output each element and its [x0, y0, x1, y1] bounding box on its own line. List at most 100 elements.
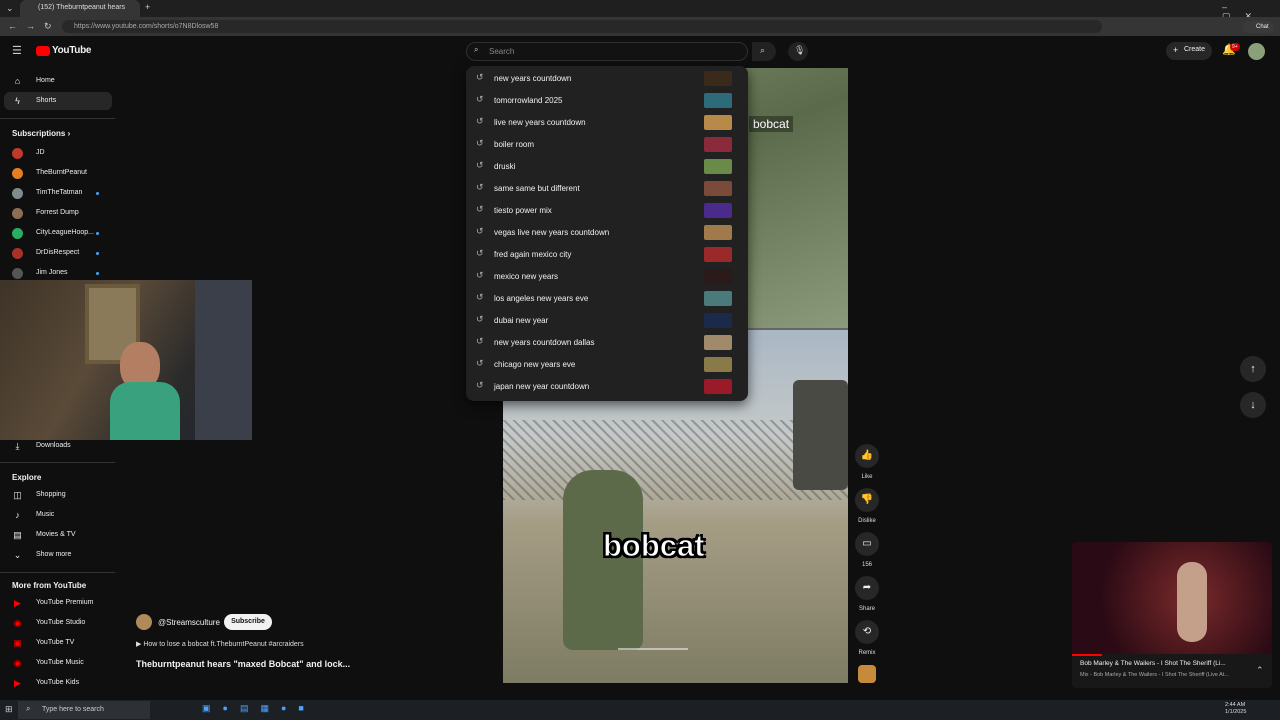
sidebar-item-shopping[interactable]: ◫ Shopping [0, 486, 115, 504]
suggestion-item[interactable]: ↺ mexico new years [466, 265, 748, 287]
suggestion-thumbnail [704, 115, 732, 130]
browser-tab[interactable]: (152) Theburntpeanut hears [20, 0, 140, 17]
arrow-down-icon: ↓ [1250, 399, 1256, 411]
avatar[interactable] [1248, 43, 1265, 60]
sidebar-item-studio[interactable]: ◉ YouTube Studio [0, 614, 115, 632]
sidebar-item-show-more[interactable]: ⌄ Show more [0, 546, 115, 564]
suggestion-item[interactable]: ↺ vegas live new years countdown [466, 221, 748, 243]
suggestion-item[interactable]: ↺ new years countdown dallas [466, 331, 748, 353]
subscription-label: DrDisRespect [36, 249, 80, 256]
video-title[interactable]: Theburntpeanut hears "maxed Bobcat" and … [136, 659, 350, 669]
suggestion-item[interactable]: ↺ dubai new year [466, 309, 748, 331]
url-field[interactable]: https://www.youtube.com/shorts/o7N8Dlosw… [62, 20, 1102, 33]
suggestion-item[interactable]: ↺ los angeles new years eve [466, 287, 748, 309]
previous-short-button[interactable]: ↑ [1240, 356, 1266, 382]
nav-arrows-icon[interactable]: ←→↻ [8, 22, 61, 31]
comments-button[interactable]: ▭ 156 [852, 532, 882, 568]
suggestion-thumbnail [704, 357, 732, 372]
search-input[interactable]: Search [466, 42, 748, 61]
remix-icon: ⟲ [855, 620, 879, 644]
voice-search-button[interactable]: 🎙 [788, 42, 808, 61]
history-icon: ↺ [476, 72, 484, 82]
sidebar-item-label: Music [36, 511, 55, 518]
subscription-item[interactable]: JD [0, 144, 115, 162]
sidebar-item-shorts[interactable]: ϟ Shorts [4, 92, 112, 110]
next-short-button[interactable]: ↓ [1240, 392, 1266, 418]
sidebar-item-premium[interactable]: ▶ YouTube Premium [0, 594, 115, 612]
search-icon: ⌕ [760, 45, 766, 55]
suggestion-item[interactable]: ↺ live new years countdown [466, 111, 748, 133]
sidebar-item-label: Home [36, 77, 55, 84]
suggestion-item[interactable]: ↺ fred again mexico city [466, 243, 748, 265]
sidebar-item-music-app[interactable]: ◉ YouTube Music [0, 654, 115, 672]
remix-label: Remix [858, 650, 876, 656]
subscription-label: JD [36, 149, 45, 156]
suggestion-item[interactable]: ↺ chicago new years eve [466, 353, 748, 375]
history-icon: ↺ [476, 336, 484, 346]
progress-bar[interactable] [618, 648, 688, 650]
sidebar-item-home[interactable]: ⌂ Home [0, 72, 115, 90]
suggestion-thumbnail [704, 269, 732, 284]
taskbar-clock[interactable]: 2:44 AM 1/1/2025 [1225, 702, 1246, 716]
subscription-label: CityLeagueHoop... [36, 229, 94, 236]
subscription-item[interactable]: DrDisRespect [0, 244, 115, 262]
suggestion-item[interactable]: ↺ new years countdown [466, 67, 748, 89]
sidebar-item-movies[interactable]: ▤ Movies & TV [0, 526, 115, 544]
chat-button[interactable]: Chat [1242, 21, 1274, 33]
youtube-logo-text[interactable]: YouTube [52, 45, 92, 56]
live-dot [96, 232, 99, 235]
webcam-overlay [0, 280, 252, 440]
subscription-label: TimTheTatman [36, 189, 83, 196]
taskbar-search[interactable]: Type here to search [18, 701, 150, 719]
shopping-bag-icon: ◫ [13, 490, 22, 500]
sidebar-item-kids[interactable]: ▶ YouTube Kids [0, 674, 115, 692]
sidebar-item-label: YouTube Studio [36, 619, 86, 626]
channel-avatar[interactable] [136, 614, 152, 630]
sidebar-item-tv[interactable]: ▣ YouTube TV [0, 634, 115, 652]
subscription-item[interactable]: Forrest Dump [0, 204, 115, 222]
share-icon: ➦ [855, 576, 879, 600]
chevron-up-icon[interactable]: ⌃ [1256, 666, 1264, 675]
create-button[interactable]: + Create [1166, 42, 1212, 60]
youtube-tv-icon: ▣ [13, 638, 22, 648]
performer [1177, 562, 1207, 642]
taskbar-apps-icon[interactable]: ▣●▤▦●■ [202, 703, 342, 717]
suggestion-item[interactable]: ↺ druski [466, 155, 748, 177]
menu-icon[interactable]: ☰ [12, 46, 22, 57]
suggestion-thumbnail [704, 203, 732, 218]
subscriptions-header[interactable]: Subscriptions › [12, 129, 70, 138]
new-tab-icon[interactable]: + [145, 3, 150, 12]
youtube-premium-icon: ▶ [14, 598, 21, 608]
mini-player[interactable]: Bob Marley & The Wailers - I Shot The Sh… [1072, 542, 1272, 688]
suggestion-item[interactable]: ↺ tomorrowland 2025 [466, 89, 748, 111]
suggestion-text: tomorrowland 2025 [494, 96, 563, 105]
suggestion-thumbnail [704, 93, 732, 108]
suggestion-item[interactable]: ↺ same same but different [466, 177, 748, 199]
suggestion-thumbnail [704, 225, 732, 240]
suggestion-item[interactable]: ↺ japan new year countdown [466, 375, 748, 397]
channel-name[interactable]: @Streamsculture [158, 618, 220, 627]
divider [0, 462, 115, 463]
subscribe-button[interactable]: Subscribe [224, 614, 272, 630]
like-button[interactable]: 👍 Like [852, 444, 882, 480]
remix-button[interactable]: ⟲ Remix [852, 620, 882, 656]
avatar [12, 188, 23, 199]
tab-list-icon[interactable]: ⌄ [6, 4, 14, 13]
subscription-item[interactable]: TheBurntPeanut [0, 164, 115, 182]
subscription-label: Jim Jones [36, 269, 68, 276]
share-button[interactable]: ➦ Share [852, 576, 882, 612]
subscription-item[interactable]: TimTheTatman [0, 184, 115, 202]
youtube-logo-icon[interactable] [36, 46, 50, 56]
windows-start-icon[interactable]: ⊞ [5, 705, 13, 714]
film-icon: ▤ [13, 530, 22, 540]
sidebar-item-music[interactable]: ♪ Music [0, 506, 115, 524]
search-button[interactable]: ⌕ [752, 42, 776, 61]
audio-thumbnail[interactable] [858, 665, 876, 683]
sidebar-item-label: Shorts [36, 97, 57, 104]
suggestion-item[interactable]: ↺ tiesto power mix [466, 199, 748, 221]
subscription-item[interactable]: CityLeagueHoop... [0, 224, 115, 242]
music-info[interactable]: ▶ How to lose a bobcat ft.TheburntPeanut… [136, 640, 304, 648]
divider [0, 572, 115, 573]
dislike-button[interactable]: 👎 Dislike [852, 488, 882, 524]
suggestion-item[interactable]: ↺ boiler room [466, 133, 748, 155]
